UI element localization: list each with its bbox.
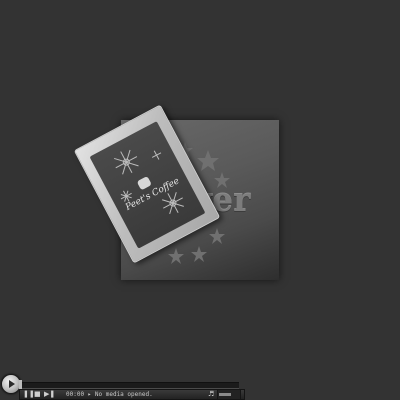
- volume-icon[interactable]: ♬: [208, 389, 214, 399]
- seek-bar[interactable]: [19, 382, 239, 389]
- volume-level-fill: [219, 393, 231, 396]
- stop-icon[interactable]: ■: [34, 390, 41, 399]
- pause-icon[interactable]: ❚❚: [23, 390, 35, 399]
- volume-slider[interactable]: [217, 389, 241, 400]
- play-icon: [9, 380, 15, 388]
- media-player-window: layer: [0, 0, 400, 400]
- status-text: 00:00 ▸ No media opened.: [66, 391, 153, 398]
- next-icon[interactable]: ▶❚: [44, 390, 55, 399]
- play-button[interactable]: [1, 374, 21, 394]
- player-controls-bar: ❚❚ ■ ▶❚ 00:00 ▸ No media opened. ♬: [0, 372, 400, 400]
- seek-thumb[interactable]: [19, 380, 22, 389]
